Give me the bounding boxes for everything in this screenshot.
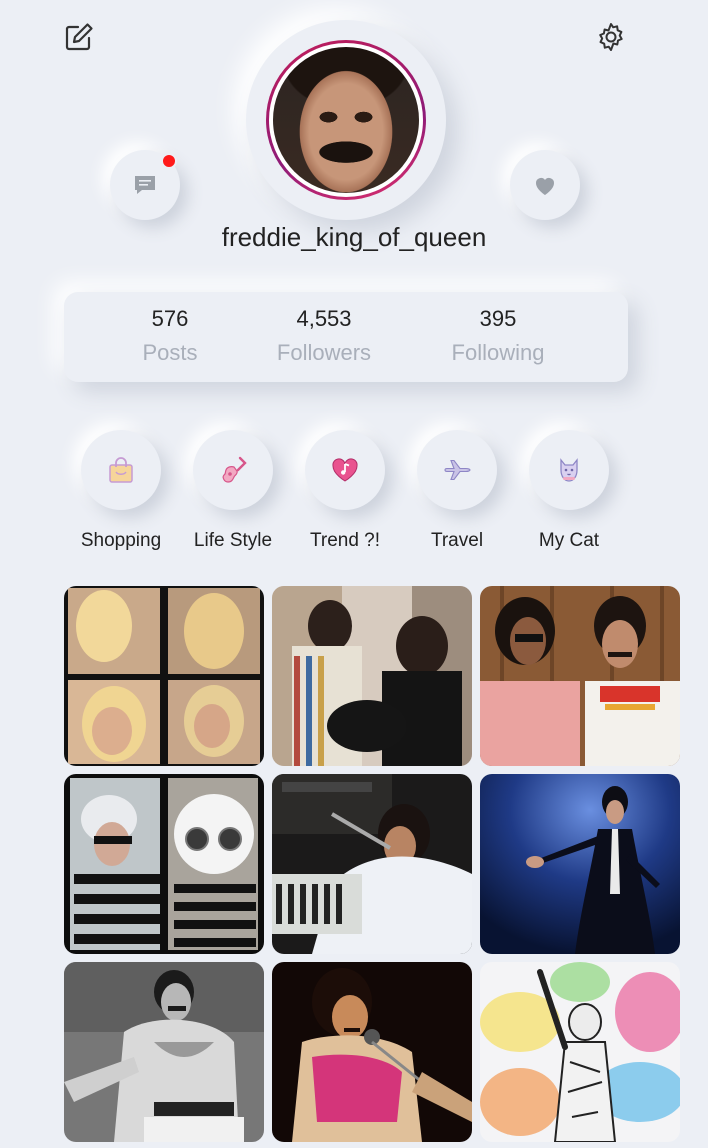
edit-icon[interactable] — [62, 20, 96, 54]
stat-following[interactable]: 395 Following — [408, 306, 588, 366]
highlight-travel[interactable]: Travel — [402, 430, 512, 552]
avatar[interactable] — [273, 47, 419, 193]
story-ring[interactable] — [266, 40, 426, 200]
highlight-label: Shopping — [80, 530, 162, 551]
post-thumbnail[interactable] — [480, 774, 680, 954]
followers-label: Followers — [276, 340, 372, 365]
highlight-label: Trend ?! — [309, 530, 381, 551]
post-thumbnail[interactable] — [480, 586, 680, 766]
likes-button[interactable] — [510, 150, 580, 220]
profile-page: freddie_king_of_queen 576 Posts 4,553 Fo… — [0, 0, 708, 1148]
post-thumbnail[interactable] — [64, 774, 264, 954]
heart-icon — [536, 178, 554, 195]
post-thumbnail[interactable] — [272, 962, 472, 1142]
following-count: 395 — [479, 306, 517, 331]
followers-count: 4,553 — [296, 306, 352, 331]
highlight-shopping[interactable]: Shopping — [66, 430, 176, 552]
highlight-life-style[interactable]: Life Style — [178, 430, 288, 552]
guitar-icon — [222, 456, 247, 483]
messages-button[interactable] — [110, 150, 180, 220]
highlight-label: Life Style — [193, 530, 273, 551]
highlight-my-cat[interactable]: My Cat — [514, 430, 624, 552]
username: freddie_king_of_queen — [221, 222, 487, 252]
post-thumbnail[interactable] — [272, 586, 472, 766]
highlight-trend[interactable]: Trend ?! — [290, 430, 400, 552]
post-thumbnail[interactable] — [272, 774, 472, 954]
shopping-bag-icon — [109, 457, 133, 483]
cat-icon — [560, 458, 578, 482]
airplane-icon — [444, 459, 471, 481]
heart-music-icon — [332, 458, 358, 482]
post-thumbnail[interactable] — [64, 586, 264, 766]
gear-icon[interactable] — [594, 20, 628, 54]
following-label: Following — [451, 340, 545, 365]
post-thumbnail[interactable] — [64, 962, 264, 1142]
chat-bubble-icon — [135, 176, 155, 194]
stats-card: 576 Posts 4,553 Followers 395 Following — [64, 292, 628, 382]
posts-label: Posts — [142, 340, 198, 365]
highlight-label: My Cat — [538, 530, 600, 551]
post-thumbnail[interactable] — [480, 962, 680, 1142]
highlight-label: Travel — [430, 530, 484, 551]
stat-followers[interactable]: 4,553 Followers — [234, 306, 414, 366]
stat-posts[interactable]: 576 Posts — [80, 306, 260, 366]
avatar-container — [246, 20, 446, 220]
notification-badge — [161, 153, 177, 169]
posts-count: 576 — [151, 306, 189, 331]
